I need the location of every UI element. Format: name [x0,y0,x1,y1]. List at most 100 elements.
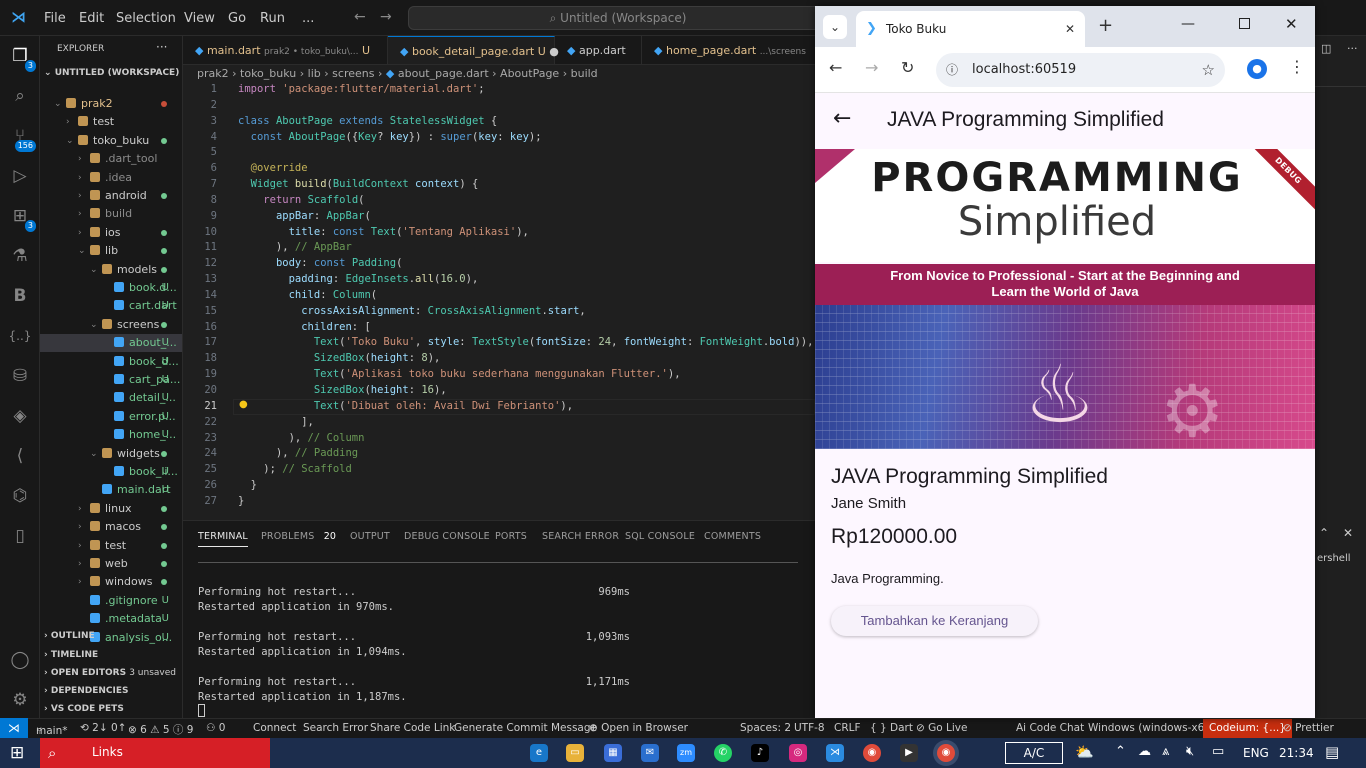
explorer-icon[interactable]: ❐ 3 [8,44,36,72]
tree-item[interactable]: › test [40,113,182,131]
more-icon[interactable]: ··· [1347,42,1358,55]
tree-item[interactable]: error.p... U [40,408,182,426]
cylinder-icon[interactable]: ▯ [8,524,32,548]
tree-item[interactable]: cart_pa... U [40,371,182,389]
workspace-header[interactable]: ⌄ UNTITLED (WORKSPACE) [44,68,179,78]
status-spaces[interactable]: Spaces: 2 [740,722,791,734]
edge-icon[interactable]: e [530,744,548,762]
tree-item[interactable]: about_... U [40,334,182,353]
panel-tab-comments[interactable]: COMMENTS [704,531,761,542]
notification-center-icon[interactable]: ▤ [1325,743,1339,761]
reload-icon[interactable]: ↻ [901,58,914,77]
new-tab-icon[interactable]: + [1098,15,1113,36]
menu-more[interactable]: ... [302,11,314,26]
instagram-icon[interactable]: ◎ [789,744,807,762]
menu-selection[interactable]: Selection [116,11,176,26]
tree-item[interactable]: ⌄ widgets [40,445,182,463]
wifi-icon[interactable]: ⩓ [1162,744,1169,759]
vscode-taskbar-icon[interactable]: ⋊ [826,744,844,762]
status-search-error[interactable]: Search Error [303,722,368,734]
terminal-app-icon[interactable]: ▶ [900,744,918,762]
notification-app-icon[interactable]: ⛅ [1075,743,1094,761]
search-icon[interactable]: ⌕ [8,84,32,108]
crumb-file[interactable]: about_page.dart [398,67,489,80]
account-icon[interactable]: ◯ [8,648,32,672]
status-open-browser[interactable]: ⊕ Open in Browser [589,722,688,734]
maximize-icon[interactable] [1239,18,1250,29]
tree-item[interactable]: ⌄ models [40,261,182,279]
status-prettier[interactable]: ⊘ Prettier [1283,722,1334,734]
tab-book-detail-page[interactable]: ◆ book_detail_page.dart U ● [388,36,559,64]
panel-tab-output[interactable]: OUTPUT [350,531,390,542]
panel-tab-sql-console[interactable]: SQL CONSOLE [625,531,695,542]
more-actions-icon[interactable]: ··· [156,40,167,54]
panel-tab-debug-console[interactable]: DEBUG CONSOLE [404,531,490,542]
mail-icon[interactable]: ✉ [641,744,659,762]
crumb-lib[interactable]: lib [308,67,321,80]
run-debug-icon[interactable]: ▷ [8,164,32,188]
volume-icon[interactable]: 🔇︎ [1186,744,1194,759]
tree-item[interactable]: › .dart_tool [40,150,182,168]
tab-main-dart[interactable]: ◆ main.dart prak2 • toko_buku\... U [183,36,388,64]
crumb-prak2[interactable]: prak2 [197,67,229,80]
clock[interactable]: 21:34 [1279,746,1314,760]
site-info-icon[interactable]: ⓘ [946,53,958,87]
status-share-code[interactable]: Share Code Link [370,722,455,734]
status-device[interactable]: Windows (windows-x64) [1088,722,1215,734]
add-to-cart-button[interactable]: Tambahkan ke Keranjang [831,606,1038,636]
extensions-icon[interactable]: ⊞ 3 [8,204,36,232]
menu-view[interactable]: View [184,11,215,26]
panel-tab-search-error[interactable]: SEARCH ERROR [542,531,619,542]
panel-tab-terminal[interactable]: TERMINAL [198,531,248,547]
zoom-icon[interactable]: zm [677,744,695,762]
crumb-method[interactable]: build [571,67,598,80]
crumb-screens[interactable]: screens [332,67,374,80]
tree-item[interactable]: › linux [40,500,182,518]
status-connect[interactable]: Connect [253,722,296,734]
tree-item[interactable]: cart.dart U [40,297,182,315]
taskbar-search[interactable]: ⌕ Links [40,738,270,768]
minimize-icon[interactable]: — [1181,16,1195,32]
tree-item[interactable]: book_li... U [40,463,182,481]
flutter-icon[interactable]: ⟨ [8,444,32,468]
panel-chevron-up-icon[interactable]: ⌃ [1319,526,1329,540]
tab-app-dart[interactable]: ◆ app.dart [555,36,642,64]
tree-item[interactable]: ⌄ toko_buku [40,132,182,150]
tree-item[interactable]: › build [40,205,182,223]
menu-file[interactable]: File [44,11,66,26]
status-go-live[interactable]: ⊘ Go Live [916,722,967,734]
tree-item[interactable]: › ios [40,224,182,242]
tree-item[interactable]: book_d... U [40,353,182,371]
chrome-active-icon[interactable]: ◉ [937,744,955,762]
profile-avatar[interactable]: ● [1247,59,1267,79]
back-arrow-icon[interactable]: ← [354,9,366,25]
tree-item[interactable]: ⌄ screens [40,316,182,334]
status-language[interactable]: { } Dart [870,722,913,734]
layers-icon[interactable]: ◈ [8,404,32,428]
back-icon[interactable]: ← [829,58,842,77]
tree-item[interactable]: › .idea [40,169,182,187]
browser-tab-toko-buku[interactable]: ❯ Toko Buku ✕ [856,11,1085,47]
tree-item[interactable]: detail_... U [40,389,182,407]
section-open-editors[interactable]: › OPEN EDITORS 3 unsaved [44,668,176,678]
file-explorer-icon[interactable]: ▭ [566,744,584,762]
tree-item[interactable]: .metadata U [40,610,182,628]
status-commit-message[interactable]: Generate Commit Message [454,722,597,734]
status-ports[interactable]: ⚇ 0 [206,722,225,734]
tree-item[interactable]: main.dart U [40,481,182,499]
tree-item[interactable]: ⌄ prak2 [40,95,182,113]
panel-close-icon[interactable]: ✕ [1343,526,1353,540]
tree-item[interactable]: book.d... U [40,279,182,297]
tree-item[interactable]: › web [40,555,182,573]
menu-run[interactable]: Run [260,11,285,26]
python-icon[interactable]: ⌬ [8,484,32,508]
status-sync[interactable]: ⟲ 2↓ 0↑ [80,722,126,734]
testing-icon[interactable]: ⚗ [8,244,32,268]
close-tab-icon[interactable]: ✕ [1065,11,1075,47]
tab-search-chevron-icon[interactable]: ⌄ [823,15,847,39]
tree-item[interactable]: ⌄ lib [40,242,182,260]
tree-item[interactable]: › test [40,537,182,555]
section-outline[interactable]: › OUTLINE [44,631,95,641]
split-editor-icon[interactable]: ◫ [1321,42,1331,55]
section-timeline[interactable]: › TIMELINE [44,650,98,660]
